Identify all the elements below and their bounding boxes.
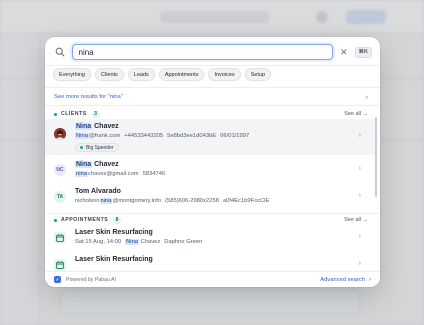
appointments-count-badge: 8 <box>113 216 122 224</box>
section-dot-icon <box>54 112 57 116</box>
divider <box>45 213 380 214</box>
appointments-see-all-link[interactable]: See all → <box>344 217 368 223</box>
client-name: Tom Alvarado <box>75 188 121 195</box>
powered-by-label: Powered by Pabau AI <box>66 276 116 283</box>
client-result-item[interactable]: TA Tom Alvarado nicholsonnina@montgomery… <box>45 185 375 210</box>
search-icon <box>54 46 66 58</box>
chevron-right-icon: › <box>358 233 361 240</box>
avatar <box>54 128 66 140</box>
avatar: TA <box>54 191 66 203</box>
ai-checkbox-icon[interactable]: ✓ <box>54 276 61 283</box>
search-input[interactable] <box>71 44 333 60</box>
calendar-icon <box>54 259 66 271</box>
filter-everything[interactable]: Everything <box>53 68 91 81</box>
see-more-results-link[interactable]: See more results for “nina” › <box>54 92 368 102</box>
client-details: ninachavez@gmail.com 5834746 <box>75 171 166 177</box>
section-dot-icon <box>54 218 57 222</box>
chevron-right-icon: › <box>358 260 361 267</box>
search-palette: ✕ ⌘K Everything Clients Leads Appointmen… <box>45 37 380 287</box>
clients-section-header: CLIENTS 3 See all → <box>54 110 368 118</box>
filter-leads[interactable]: Leads <box>127 68 155 81</box>
client-details: Nina@frank.com +44533443205 5e8bd3ee1d043b… <box>75 133 250 139</box>
client-name: Nina Chavez <box>75 123 119 130</box>
chevron-right-icon: › <box>358 165 361 172</box>
filter-invoices[interactable]: Invoices <box>208 68 241 81</box>
divider <box>45 87 380 88</box>
filter-chips: Everything Clients Leads Appointments In… <box>53 68 272 81</box>
divider <box>45 105 380 106</box>
palette-footer: ✓ Powered by Pabau AI Advanced search › <box>45 271 380 287</box>
see-more-label: See more results for “nina” <box>54 94 123 100</box>
tag-dot-icon <box>80 146 83 149</box>
client-result-item[interactable]: NC Nina Chavez ninachavez@gmail.com 58347… <box>45 158 375 183</box>
clients-count-badge: 3 <box>91 110 100 118</box>
client-name: Nina Chavez <box>75 161 119 168</box>
appointments-section-header: APPOINTMENTS 8 See all → <box>54 216 368 224</box>
advanced-search-link[interactable]: Advanced search <box>320 277 365 283</box>
clients-see-all-link[interactable]: See all → <box>344 111 368 117</box>
scrollbar[interactable] <box>375 117 377 197</box>
divider <box>45 65 380 66</box>
appointment-result-item[interactable]: Laser Skin Resurfacing › <box>45 253 375 273</box>
close-icon[interactable]: ✕ <box>339 47 349 57</box>
client-result-item[interactable]: Nina Chavez Nina@frank.com +44533443205 5e… <box>45 119 375 155</box>
calendar-icon <box>54 232 66 244</box>
keyboard-shortcut-badge: ⌘K <box>354 46 372 58</box>
filter-appointments[interactable]: Appointments <box>158 68 205 81</box>
appointment-title: Laser Skin Resurfacing <box>75 256 153 263</box>
chevron-right-icon: › <box>365 93 368 101</box>
search-row: ✕ ⌘K <box>53 43 372 61</box>
client-details: nicholsonnina@montgomery.info (585)606-29… <box>75 198 270 204</box>
chevron-right-icon: › <box>358 192 361 199</box>
chevron-right-icon: › <box>358 132 361 139</box>
filter-clients[interactable]: Clients <box>95 68 124 81</box>
appointment-result-item[interactable]: Laser Skin Resurfacing Sat 15 Aug, 14:00… <box>45 226 375 251</box>
appointment-details: Sat 15 Aug, 14:00 Nina Chavez Daphne Green <box>75 239 203 245</box>
chevron-right-icon: › <box>369 276 371 283</box>
filter-setup[interactable]: Setup <box>244 68 272 81</box>
appointment-title: Laser Skin Resurfacing <box>75 229 153 236</box>
client-tag-badge: Big Spender <box>75 143 119 152</box>
avatar: NC <box>54 164 66 176</box>
